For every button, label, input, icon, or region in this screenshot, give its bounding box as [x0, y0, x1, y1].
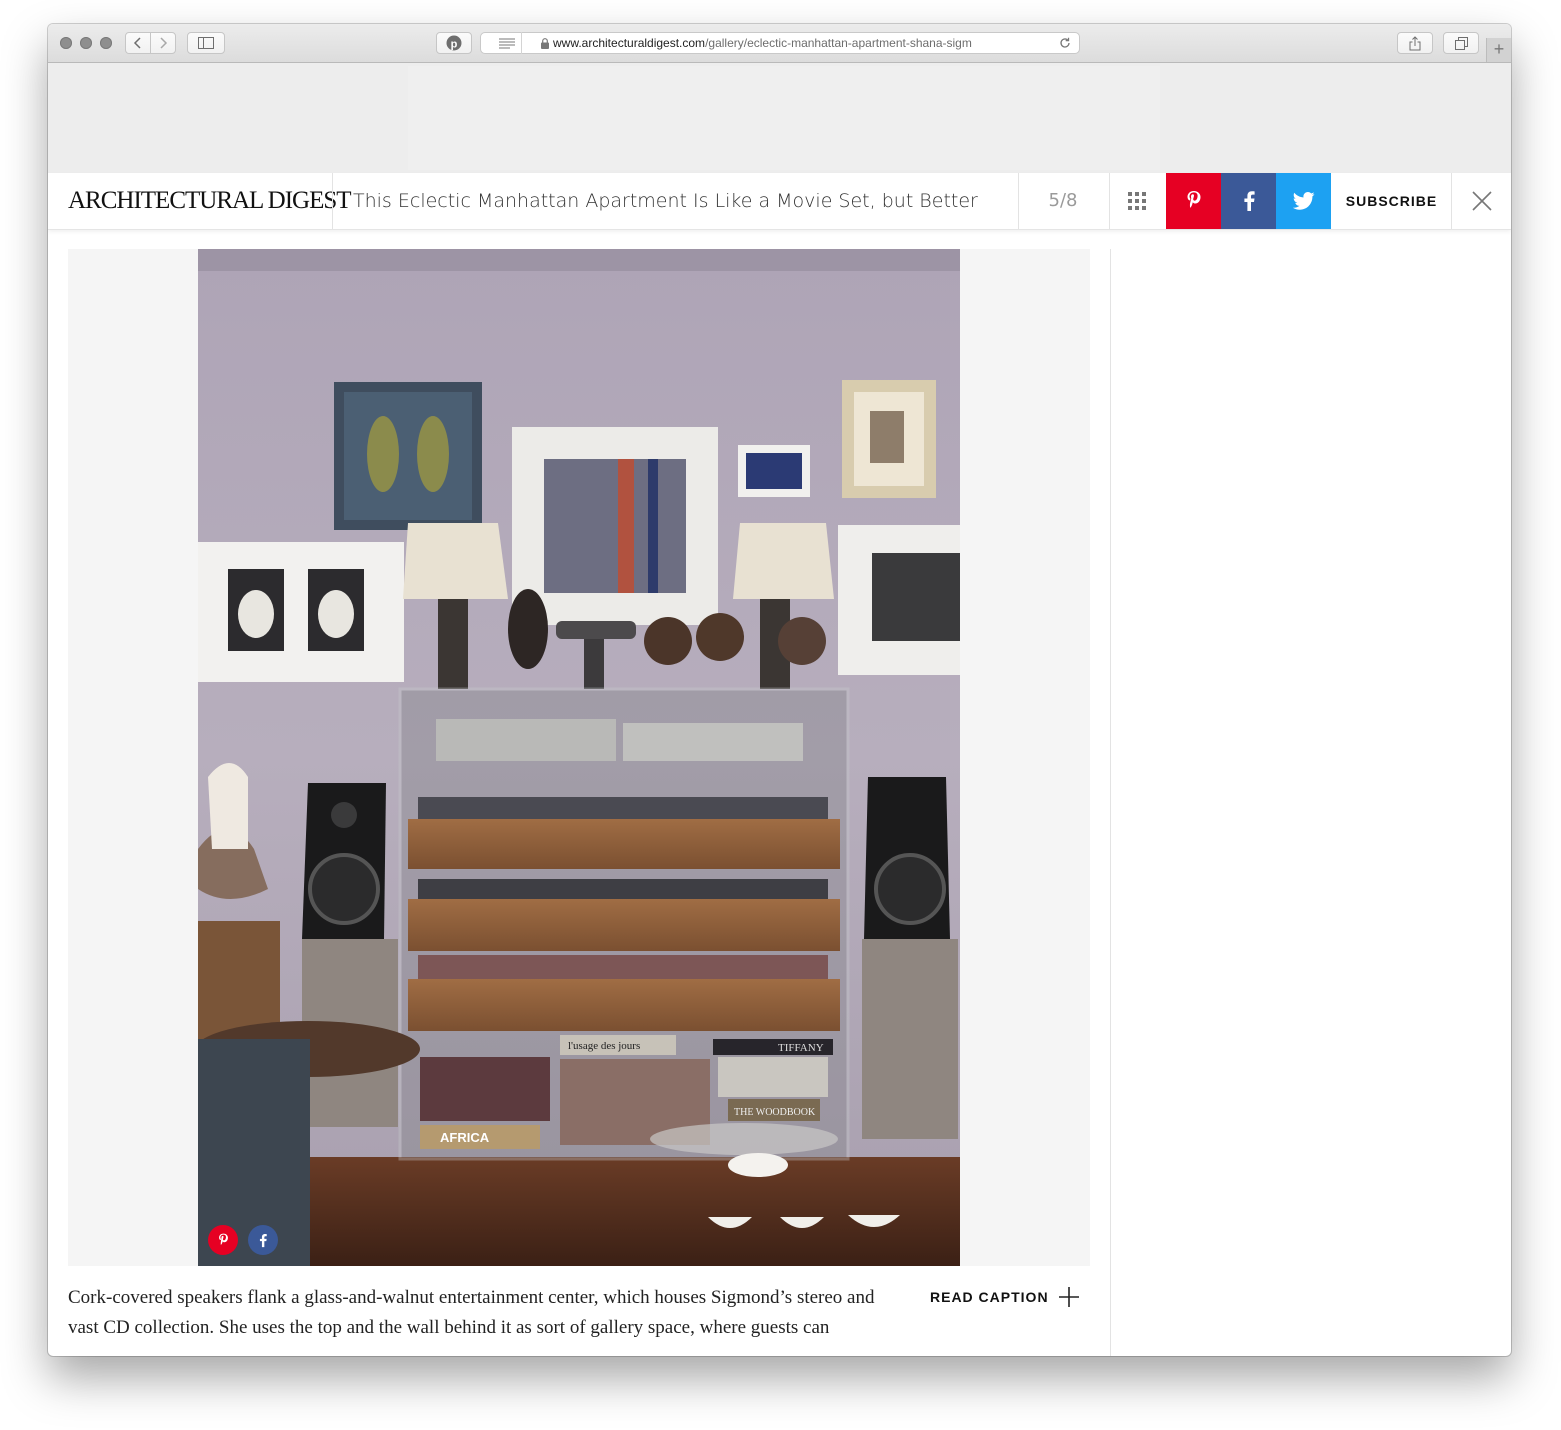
- chevron-right-icon: [160, 37, 168, 49]
- minimize-window-button[interactable]: [80, 37, 92, 49]
- reader-view-icon: [499, 38, 515, 49]
- tabs-icon: [1454, 36, 1468, 50]
- facebook-icon: [259, 1233, 267, 1247]
- pinterest-icon: p: [446, 35, 462, 51]
- pinterest-extension-button[interactable]: p: [436, 32, 472, 54]
- photo-pinterest-button[interactable]: [208, 1225, 238, 1255]
- book-label: THE WOODBOOK: [734, 1107, 816, 1118]
- address-bar[interactable]: www.architecturaldigest.com/gallery/ecle…: [480, 32, 1080, 54]
- reload-icon[interactable]: [1059, 37, 1071, 49]
- facebook-share-button[interactable]: [1221, 173, 1276, 229]
- book-label: TIFFANY: [778, 1042, 824, 1054]
- book-label: l'usage des jours: [568, 1040, 640, 1052]
- ad-banner-area: [48, 63, 1511, 173]
- facebook-icon: [1243, 191, 1255, 211]
- book-label: AFRICA: [440, 1130, 490, 1145]
- slide-counter: 5/8: [1048, 190, 1078, 211]
- sidebar-button[interactable]: [187, 32, 225, 54]
- photo-facebook-button[interactable]: [248, 1225, 278, 1255]
- chevron-left-icon: [133, 37, 141, 49]
- gallery-title: This Eclectic Manhattan Apartment Is Lik…: [353, 190, 978, 212]
- room-photo: l'usage des jours TIFFANY AFRICA THE WOO…: [198, 249, 960, 1266]
- gallery-grid-button[interactable]: [1109, 173, 1165, 229]
- twitter-share-button[interactable]: [1276, 173, 1331, 229]
- subscribe-button[interactable]: SUBSCRIBE: [1332, 173, 1451, 229]
- url-path: /gallery/eclectic-manhattan-apartment-sh…: [705, 36, 972, 50]
- close-gallery-button[interactable]: [1452, 173, 1511, 229]
- pinterest-share-button[interactable]: [1166, 173, 1221, 229]
- pinterest-icon: [1187, 191, 1200, 208]
- gallery-slide: l'usage des jours TIFFANY AFRICA THE WOO…: [68, 249, 1090, 1266]
- tabs-overview-button[interactable]: [1443, 32, 1479, 54]
- browser-window: p www.architecturaldigest.com/gallery/ec…: [48, 24, 1511, 1356]
- read-caption-label: READ CAPTION: [930, 1289, 1049, 1305]
- photo-caption: Cork-covered speakers flank a glass-and-…: [68, 1287, 875, 1338]
- url-text: www.architecturaldigest.com/gallery/ecle…: [553, 36, 1009, 50]
- sidebar-divider: [1110, 249, 1111, 1356]
- share-icon: [1409, 35, 1421, 50]
- back-button[interactable]: [125, 32, 151, 54]
- twitter-icon: [1292, 192, 1314, 210]
- browser-toolbar: p www.architecturaldigest.com/gallery/ec…: [48, 24, 1511, 63]
- forward-button[interactable]: [150, 32, 176, 54]
- sidebar-icon: [198, 37, 214, 49]
- pinterest-icon: [218, 1233, 228, 1245]
- grid-icon: [1128, 192, 1146, 210]
- read-caption-button[interactable]: READ CAPTION: [930, 1287, 1079, 1307]
- ad-slot: [408, 66, 1160, 170]
- gallery-photo[interactable]: l'usage des jours TIFFANY AFRICA THE WOO…: [198, 249, 960, 1266]
- url-domain: www.architecturaldigest.com: [553, 36, 706, 50]
- new-tab-button[interactable]: +: [1486, 38, 1511, 62]
- lock-icon: [541, 38, 549, 49]
- site-header: ARCHITECTURAL DIGEST This Eclectic Manha…: [48, 173, 1511, 230]
- zoom-window-button[interactable]: [100, 37, 112, 49]
- header-divider: [332, 173, 333, 229]
- plus-icon: [1058, 1287, 1079, 1307]
- close-window-button[interactable]: [60, 37, 72, 49]
- close-icon: [1471, 191, 1492, 211]
- share-button[interactable]: [1397, 32, 1433, 54]
- svg-text:p: p: [451, 39, 458, 51]
- architectural-digest-logo[interactable]: ARCHITECTURAL DIGEST: [68, 187, 352, 215]
